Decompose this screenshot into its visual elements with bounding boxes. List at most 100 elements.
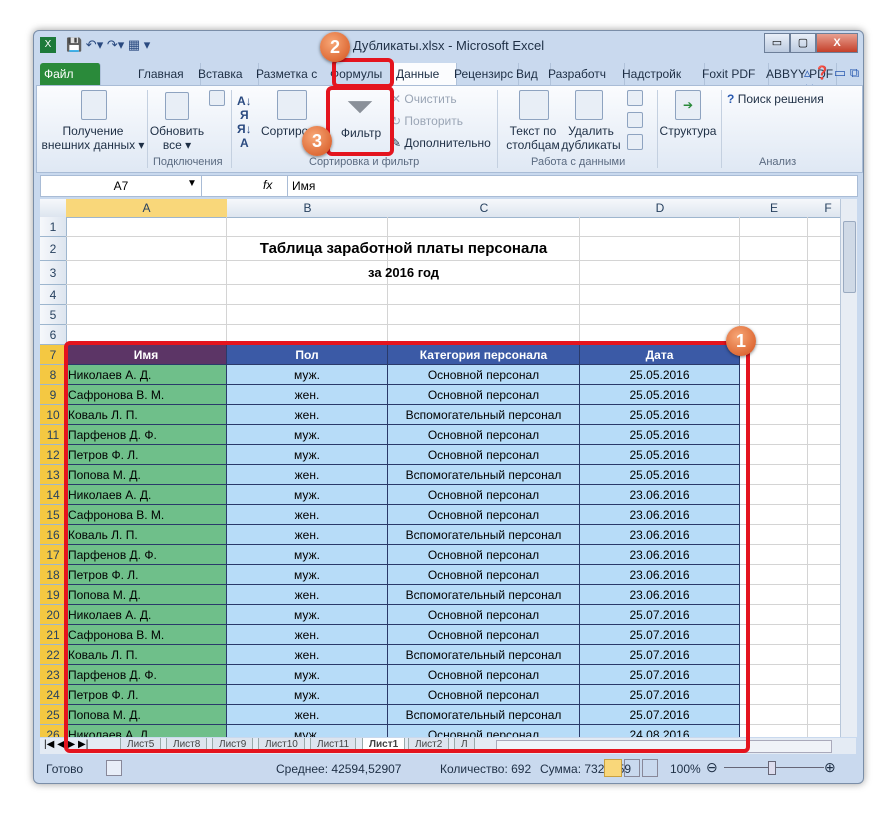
column-header-E[interactable]: E [740,199,809,218]
cell[interactable] [740,525,808,545]
row-header-2[interactable]: 2 [40,237,67,261]
refresh-all-button[interactable]: Обновить все ▾ [147,124,207,152]
cell[interactable] [808,465,840,485]
row-header-3[interactable]: 3 [40,261,67,285]
sort-az-icon[interactable]: А↓ Я [237,94,252,122]
row-header-26[interactable]: 26 [40,725,67,737]
cell[interactable] [808,525,840,545]
row-header-22[interactable]: 22 [40,645,67,665]
cell[interactable] [808,385,840,405]
tab-10[interactable]: Foxit PDF [698,63,769,85]
cell[interactable] [66,305,227,325]
cell[interactable] [808,305,840,325]
cell[interactable] [808,261,840,285]
column-header-B[interactable]: B [227,199,389,218]
row-header-12[interactable]: 12 [40,445,67,465]
cell[interactable] [66,285,227,305]
consolidate-icon[interactable] [627,112,643,128]
cell[interactable] [808,237,840,261]
row-header-11[interactable]: 11 [40,425,67,445]
tab-3[interactable]: Разметка с [252,63,333,85]
tab-6[interactable]: Рецензирс [450,63,519,85]
column-header-F[interactable]: F [808,199,840,218]
cell[interactable] [740,545,808,565]
tab-5[interactable]: Данные [392,63,457,85]
cell[interactable] [808,645,840,665]
cell[interactable] [808,625,840,645]
outline-button[interactable]: Структура [659,124,717,138]
cell[interactable] [808,585,840,605]
tab-1[interactable]: Главная [134,63,201,85]
row-header-7[interactable]: 7 [40,345,67,365]
cell[interactable] [808,725,840,737]
cell[interactable] [808,425,840,445]
cell[interactable] [740,645,808,665]
what-if-icon[interactable] [627,134,643,150]
cell[interactable] [740,465,808,485]
zoom-level[interactable]: 100% [670,762,701,776]
tab-9[interactable]: Надстройк [618,63,705,85]
cell[interactable] [66,237,227,261]
normal-view-icon[interactable] [604,759,622,777]
cell[interactable] [388,217,580,237]
cell[interactable] [580,217,740,237]
cell[interactable] [740,405,808,425]
solver-button[interactable]: ? Поиск решения [727,92,824,106]
quick-access-toolbar[interactable]: 💾 ↶▾ ↷▾ ▦ ▾ [66,37,150,53]
cell[interactable] [227,305,388,325]
macro-record-icon[interactable] [106,760,122,776]
cell[interactable] [808,485,840,505]
column-header-D[interactable]: D [580,199,741,218]
row-header-6[interactable]: 6 [40,325,67,345]
cell[interactable] [580,305,740,325]
name-box[interactable]: A7 [41,176,202,196]
text-to-columns-button[interactable]: Текст по столбцам [503,124,563,152]
cell[interactable] [66,217,227,237]
name-box-dropdown-icon[interactable]: ▼ [187,178,197,189]
row-header-18[interactable]: 18 [40,565,67,585]
cell[interactable] [808,685,840,705]
remove-duplicates-button[interactable]: Удалить дубликаты [559,124,623,152]
cell[interactable] [740,385,808,405]
advanced-button[interactable]: ✎ Дополнительно [391,136,491,150]
cell[interactable] [808,605,840,625]
cell[interactable] [388,305,580,325]
get-external-data-button[interactable]: Получение внешних данных ▾ [41,124,145,152]
row-header-15[interactable]: 15 [40,505,67,525]
cell[interactable] [740,685,808,705]
cell[interactable] [808,565,840,585]
minimize-button[interactable]: ▭ [764,33,790,53]
cell[interactable] [808,545,840,565]
cell[interactable] [66,261,227,285]
data-validation-icon[interactable] [627,90,643,106]
cell[interactable] [740,565,808,585]
cell[interactable] [580,237,740,261]
cell[interactable] [808,405,840,425]
cell[interactable] [808,445,840,465]
cell[interactable] [388,285,580,305]
zoom-out-button[interactable]: ⊖ [706,759,718,776]
row-header-20[interactable]: 20 [40,605,67,625]
cell[interactable] [808,325,840,345]
row-header-16[interactable]: 16 [40,525,67,545]
cell[interactable] [808,665,840,685]
column-header-A[interactable]: A [66,199,228,218]
page-layout-view-icon[interactable] [624,759,640,777]
cell[interactable] [740,705,808,725]
cell[interactable] [808,285,840,305]
cell[interactable] [740,505,808,525]
close-button[interactable]: X [816,33,858,53]
scrollbar-thumb[interactable] [843,221,856,293]
cell[interactable] [740,425,808,445]
row-header-4[interactable]: 4 [40,285,67,305]
cell[interactable] [227,285,388,305]
clear-button[interactable]: ✕ Очистить [391,92,457,106]
row-header-19[interactable]: 19 [40,585,67,605]
column-header-C[interactable]: C [388,199,581,218]
cell[interactable] [740,261,808,285]
tab-2[interactable]: Вставка [194,63,259,85]
sort-za-icon[interactable]: Я↓ А [237,122,252,150]
cell[interactable] [808,345,840,365]
cell[interactable] [740,725,808,737]
row-header-9[interactable]: 9 [40,385,67,405]
